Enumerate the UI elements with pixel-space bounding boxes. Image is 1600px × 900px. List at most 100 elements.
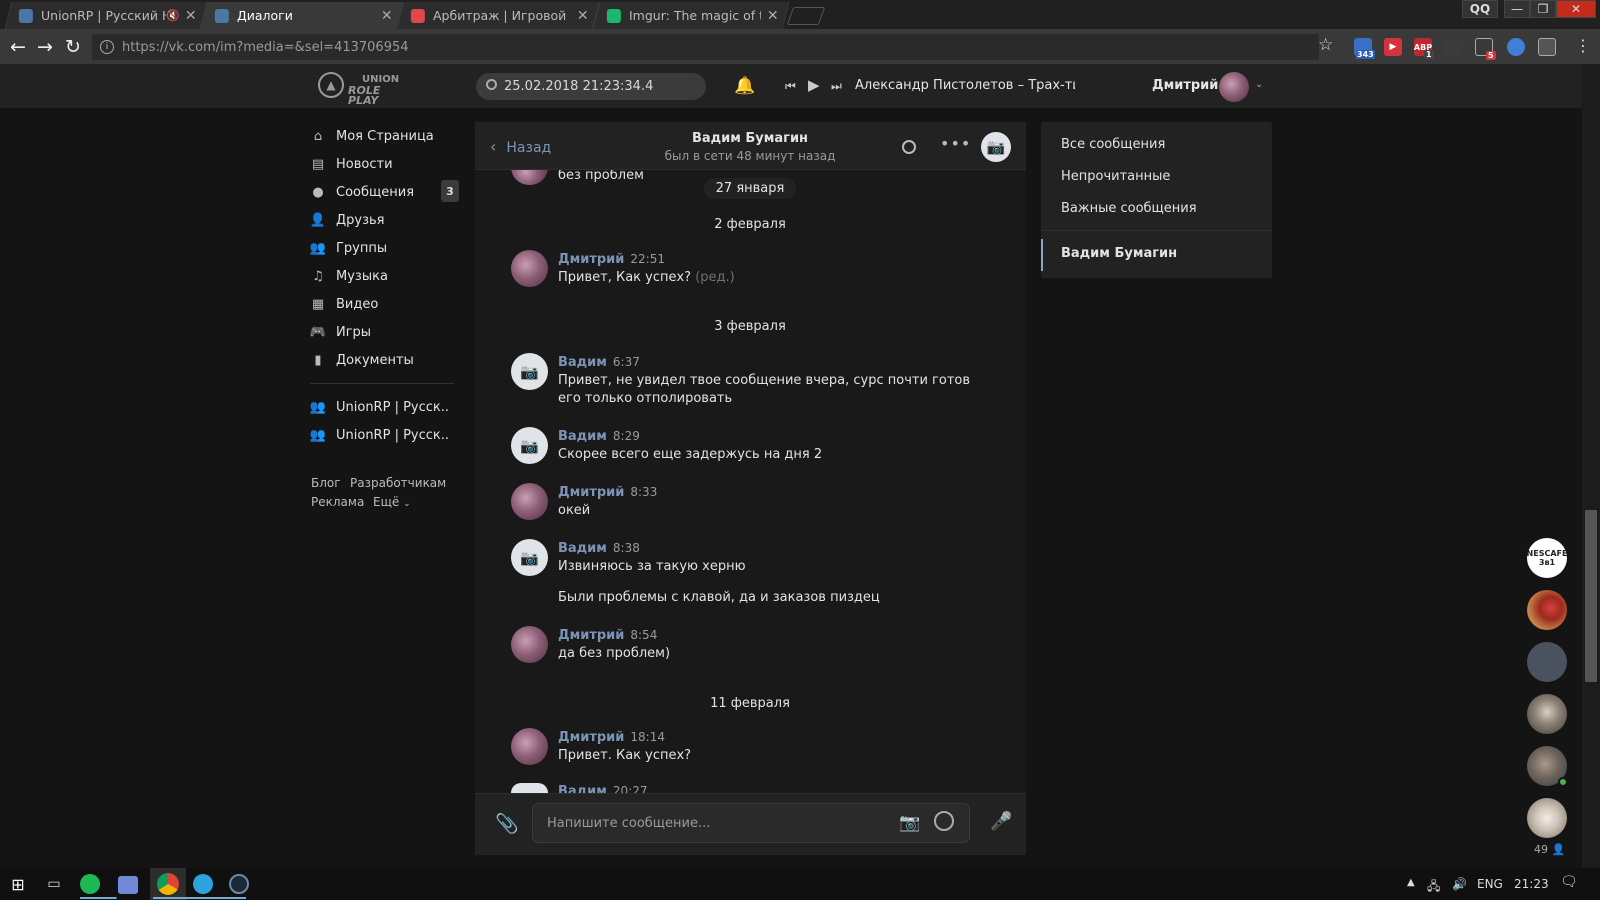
message-author[interactable]: Дмитрий 8:54 (558, 628, 657, 643)
footer-link-developers[interactable]: Разработчикам (350, 476, 446, 490)
chat-search-icon[interactable] (902, 140, 916, 154)
next-track-icon[interactable]: ⏭ (831, 79, 842, 94)
new-tab-button[interactable] (786, 7, 826, 25)
chrome-icon[interactable] (157, 873, 179, 895)
message-author[interactable]: Вадим 8:38 (558, 541, 640, 556)
windows-start-icon[interactable]: ⊞ (6, 872, 30, 896)
footer-link-blog[interactable]: Блог (311, 476, 341, 490)
friend-avatar-nescafe[interactable]: NESCAFE 3в1 (1527, 538, 1567, 578)
prev-track-icon[interactable]: ⏮ (785, 79, 796, 94)
muted-speaker-icon[interactable]: 🔇 (166, 9, 180, 22)
footer-link-more[interactable]: Ещё ⌄ (373, 495, 411, 509)
message-avatar-camera-icon[interactable]: 📷 (511, 427, 548, 464)
play-icon[interactable]: ▶ (808, 76, 820, 94)
profile-badge[interactable]: QQ (1462, 0, 1498, 18)
menu-item-video[interactable]: ▦ Видео (310, 290, 460, 318)
close-window-icon[interactable]: ✕ (1556, 0, 1596, 18)
menu-item-community-1[interactable]: 👥 UnionRP | Русск.. (310, 393, 460, 421)
menu-item-friends[interactable]: 👤 Друзья (310, 206, 460, 234)
language-indicator[interactable]: ENG (1477, 877, 1503, 891)
union-rp-logo[interactable]: ▲ UNION ROLE PLAY (318, 72, 410, 106)
message-avatar[interactable] (511, 483, 548, 520)
menu-item-documents[interactable]: ▮ Документы (310, 346, 460, 374)
forward-arrow-icon[interactable]: → (31, 33, 59, 61)
notifications-bell-icon[interactable]: 🔔 (734, 76, 755, 96)
site-info-icon[interactable]: i (100, 40, 114, 54)
message-avatar[interactable] (511, 626, 548, 663)
message-avatar[interactable] (511, 250, 548, 287)
friend-avatar[interactable] (1527, 798, 1567, 838)
tab-close-icon[interactable]: ✕ (767, 8, 779, 24)
menu-item-my-page[interactable]: ⌂ Моя Страница (310, 122, 460, 150)
adblock-icon[interactable]: ABP 1 (1414, 38, 1434, 59)
menu-item-groups[interactable]: 👥 Группы (310, 234, 460, 262)
peer-name[interactable]: Вадим Бумагин (600, 131, 900, 146)
telegram-icon[interactable] (193, 874, 213, 894)
ext-vpn-icon[interactable] (1507, 38, 1525, 56)
filter-unread[interactable]: Непрочитанные (1061, 169, 1170, 184)
emoji-icon[interactable] (934, 811, 954, 831)
message-author[interactable]: Вадим 8:29 (558, 429, 640, 444)
menu-item-community-2[interactable]: 👥 UnionRP | Русск.. (310, 421, 460, 449)
message-avatar-camera-icon[interactable]: 📷 (511, 539, 548, 576)
page-scrollbar[interactable] (1582, 64, 1600, 868)
action-center-icon[interactable]: 🗨 (1560, 874, 1578, 890)
browser-tab-arbitrage[interactable]: Арбитраж | Игровой фо ✕ (396, 2, 600, 29)
message-avatar[interactable] (511, 728, 548, 765)
message-avatar-camera-icon[interactable]: 📷 (511, 353, 548, 390)
tray-chevron-up-icon[interactable]: ▲ (1407, 877, 1415, 888)
friend-avatar[interactable] (1527, 642, 1567, 682)
ext-gray-icon[interactable] (1444, 38, 1462, 56)
spotify-icon[interactable] (80, 874, 100, 894)
browser-menu-icon[interactable]: ⋮ (1575, 36, 1591, 55)
discord-icon[interactable] (118, 876, 138, 894)
microphone-icon[interactable]: 🎤 (990, 811, 1012, 832)
tab-close-icon[interactable]: ✕ (381, 8, 393, 24)
peer-avatar-camera-icon[interactable]: 📷 (981, 132, 1011, 162)
footer-link-ads[interactable]: Реклама (311, 495, 364, 509)
task-view-icon[interactable]: ▭ (42, 872, 66, 896)
ext-weather-icon[interactable]: 343 (1354, 38, 1375, 59)
filter-all-messages[interactable]: Все сообщения (1061, 137, 1165, 152)
tab-close-icon[interactable]: ✕ (577, 8, 589, 24)
ext-video-icon[interactable]: ▶ (1384, 38, 1402, 56)
menu-item-messages[interactable]: ● Сообщения (310, 178, 460, 206)
browser-tab-dialogs[interactable]: Диалоги ✕ (200, 2, 404, 29)
now-playing-track[interactable]: Александр Пистолетов – Трах-тиб... (855, 78, 1075, 93)
more-options-icon[interactable]: ••• (940, 134, 971, 153)
camera-icon[interactable]: 📷 (899, 813, 920, 833)
browser-tab-unionrp[interactable]: UnionRP | Русский Hi 🔇 ✕ (4, 2, 208, 29)
address-bar[interactable]: i https://vk.com/im?media=&sel=413706954 (92, 34, 1319, 60)
menu-item-music[interactable]: ♫ Музыка (310, 262, 460, 290)
reload-icon[interactable]: ↻ (59, 33, 87, 61)
message-author[interactable]: Вадим 6:37 (558, 355, 640, 370)
message-author[interactable]: Дмитрий 22:51 (558, 252, 665, 267)
message-author[interactable]: Дмитрий 18:14 (558, 730, 665, 745)
ext-reader-icon[interactable] (1538, 38, 1556, 56)
bookmark-star-icon[interactable]: ☆ (1318, 35, 1333, 55)
volume-icon[interactable]: 🔊 (1452, 877, 1467, 891)
filter-important[interactable]: Важные сообщения (1061, 201, 1197, 216)
message-avatar-camera-icon[interactable] (511, 783, 548, 793)
taskbar-clock[interactable]: 21:23 (1514, 877, 1549, 891)
header-avatar[interactable] (1219, 72, 1249, 102)
vk-search-input[interactable]: 25.02.2018 21:23:34.4 (476, 73, 706, 100)
filter-active-dialog[interactable]: Вадим Бумагин (1061, 246, 1177, 261)
menu-item-games[interactable]: 🎮 Игры (310, 318, 460, 346)
friend-avatar[interactable] (1527, 590, 1567, 630)
restore-icon[interactable]: ❐ (1530, 0, 1556, 18)
friends-online-count[interactable]: 49 👤 (1534, 843, 1565, 856)
ext-downloader-icon[interactable]: 5 (1475, 38, 1496, 60)
tab-close-icon[interactable]: ✕ (185, 8, 197, 24)
steam-icon[interactable] (229, 874, 249, 894)
browser-tab-imgur[interactable]: Imgur: The magic of the ✕ (592, 2, 790, 29)
back-button[interactable]: ‹ Назад (490, 137, 551, 156)
message-author[interactable]: Вадим 20:27 (558, 785, 648, 793)
network-icon[interactable]: 🖧 (1427, 877, 1440, 898)
back-arrow-icon[interactable]: ← (4, 33, 32, 61)
scrollbar-thumb[interactable] (1585, 510, 1597, 682)
attach-paperclip-icon[interactable]: 📎 (495, 812, 519, 835)
friend-avatar[interactable] (1527, 694, 1567, 734)
message-author[interactable]: Дмитрий 8:33 (558, 485, 657, 500)
menu-item-news[interactable]: ▤ Новости (310, 150, 460, 178)
